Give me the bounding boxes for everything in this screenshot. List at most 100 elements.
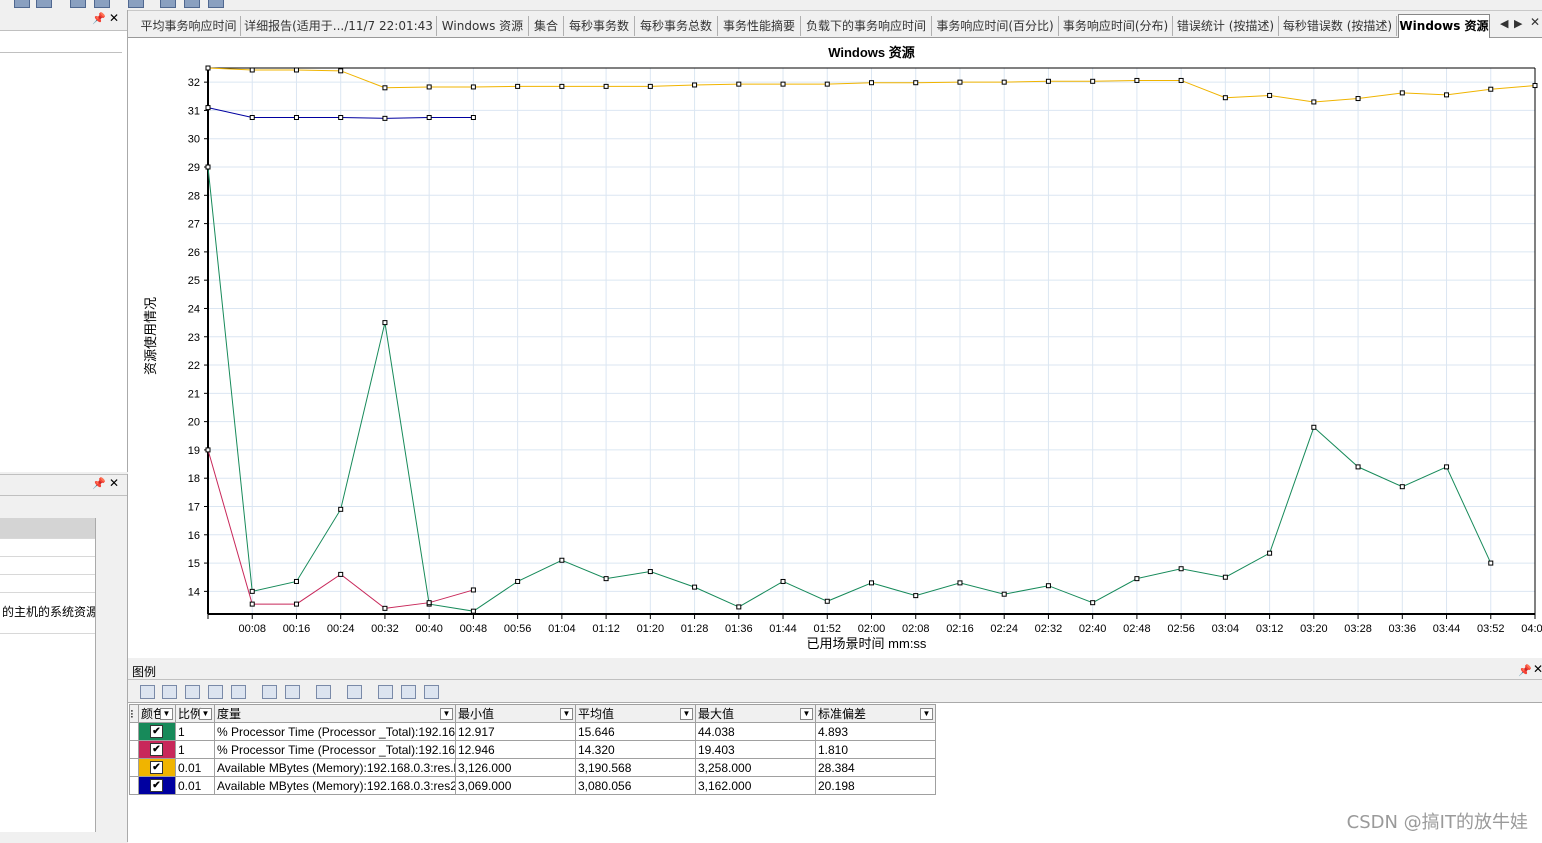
data-point[interactable]	[1222, 95, 1228, 101]
row-selector[interactable]	[129, 776, 139, 795]
column-header-avg[interactable]: 平均值 ▼	[575, 704, 696, 723]
data-point[interactable]	[1399, 90, 1405, 96]
details-icon[interactable]	[424, 685, 439, 699]
color-swatch[interactable]: ✔	[139, 777, 175, 794]
row-selector[interactable]	[129, 722, 139, 741]
tab-7[interactable]: 负载下的事务响应时间	[801, 16, 932, 36]
data-point[interactable]	[1311, 99, 1317, 105]
highlight-icon[interactable]	[401, 685, 416, 699]
toolbar-icon[interactable]	[160, 0, 176, 8]
close-icon[interactable]: ✕	[1533, 662, 1542, 676]
pin-icon[interactable]: 📌	[92, 12, 106, 25]
data-point[interactable]	[249, 115, 255, 121]
data-point[interactable]	[470, 115, 476, 121]
data-point[interactable]	[780, 81, 786, 87]
data-point[interactable]	[1134, 576, 1140, 582]
column-header-min[interactable]: 最小值 ▼	[455, 704, 576, 723]
data-point[interactable]	[1178, 77, 1184, 83]
row-selector[interactable]	[129, 740, 139, 759]
color-swatch[interactable]: ✔	[139, 759, 175, 776]
toolbar-icon[interactable]	[14, 0, 30, 8]
tab-8[interactable]: 事务响应时间(百分比)	[932, 16, 1059, 36]
data-point[interactable]	[1444, 464, 1450, 470]
close-icon[interactable]: ✕	[109, 11, 119, 25]
data-point[interactable]	[692, 584, 698, 590]
toolbar-icon[interactable]	[184, 0, 200, 8]
data-point[interactable]	[249, 588, 255, 594]
chevron-down-icon[interactable]: ▼	[560, 708, 573, 720]
data-point[interactable]	[647, 569, 653, 575]
data-point[interactable]	[603, 83, 609, 89]
data-point[interactable]	[338, 115, 344, 121]
scale-icon[interactable]	[162, 685, 177, 699]
data-point[interactable]	[293, 601, 299, 607]
list-item[interactable]	[0, 539, 95, 557]
chevron-down-icon[interactable]: ▼	[800, 708, 813, 720]
properties-icon[interactable]	[316, 685, 331, 699]
list-item[interactable]	[0, 557, 95, 575]
data-point[interactable]	[559, 557, 565, 563]
data-point[interactable]	[293, 67, 299, 73]
data-point[interactable]	[1045, 583, 1051, 589]
column-header-scale[interactable]: 比例 ▼	[175, 704, 215, 723]
data-point[interactable]	[470, 587, 476, 593]
columns-icon[interactable]	[347, 685, 362, 699]
color-swatch[interactable]: ✔	[139, 741, 175, 758]
data-point[interactable]	[1267, 92, 1273, 98]
data-point[interactable]	[249, 67, 255, 73]
series-color-cell[interactable]: ✔	[138, 722, 176, 741]
data-point[interactable]	[205, 105, 211, 111]
data-point[interactable]	[1222, 574, 1228, 580]
tab-scroll-right-icon[interactable]: ▶	[1514, 17, 1522, 30]
tab-2[interactable]: Windows 资源	[437, 16, 529, 36]
data-point[interactable]	[205, 65, 211, 71]
color-swatch[interactable]: ✔	[139, 723, 175, 740]
data-point[interactable]	[869, 80, 874, 86]
data-point[interactable]	[957, 580, 963, 586]
visibility-checkbox[interactable]: ✔	[150, 779, 163, 792]
toolbar-icon[interactable]	[208, 0, 224, 8]
data-point[interactable]	[1001, 79, 1007, 85]
data-point[interactable]	[293, 115, 299, 121]
visibility-checkbox[interactable]: ✔	[150, 725, 163, 738]
data-point[interactable]	[957, 79, 963, 85]
filter-icon[interactable]	[140, 685, 155, 699]
tab-scroll-left-icon[interactable]: ◀	[1500, 17, 1508, 30]
chevron-down-icon[interactable]: ▼	[440, 708, 453, 720]
column-header-measure[interactable]: 度量 ▼	[214, 704, 456, 723]
data-point[interactable]	[249, 601, 255, 607]
chevron-down-icon[interactable]: ▼	[160, 708, 173, 720]
chevron-down-icon[interactable]: ▼	[199, 708, 212, 720]
group-icon[interactable]	[185, 685, 200, 699]
series-color-cell[interactable]: ✔	[138, 758, 176, 777]
column-header-max[interactable]: 最大值 ▼	[695, 704, 816, 723]
data-point[interactable]	[426, 115, 432, 121]
select-all-icon[interactable]	[378, 685, 393, 699]
tab-10[interactable]: 错误统计 (按描述)	[1173, 16, 1279, 36]
chevron-down-icon[interactable]: ▼	[920, 708, 933, 720]
data-point[interactable]	[1532, 83, 1538, 89]
tab-11[interactable]: 每秒错误数 (按描述)	[1279, 16, 1397, 36]
data-point[interactable]	[1045, 78, 1051, 84]
data-point[interactable]	[1488, 560, 1494, 566]
data-point[interactable]	[515, 83, 521, 89]
table-row[interactable]: ✔ 1% Processor Time (Processor _Total):19…	[129, 740, 936, 759]
data-point[interactable]	[338, 571, 344, 577]
data-point[interactable]	[647, 83, 653, 89]
data-point[interactable]	[205, 164, 211, 170]
data-point[interactable]	[603, 576, 609, 582]
row-selector-header[interactable]: ⁝	[129, 704, 139, 723]
toolbar-icon[interactable]	[36, 0, 52, 8]
table-row[interactable]: ✔ 1% Processor Time (Processor _Total):19…	[129, 722, 936, 741]
data-point[interactable]	[382, 115, 388, 121]
toolbar-icon[interactable]	[128, 0, 144, 8]
tab-0[interactable]: 平均事务响应时间	[137, 16, 241, 36]
tab-5[interactable]: 每秒事务总数	[635, 16, 718, 36]
data-point[interactable]	[426, 600, 432, 606]
tab-4[interactable]: 每秒事务数	[564, 16, 635, 36]
data-point[interactable]	[1355, 464, 1361, 470]
series-color-cell[interactable]: ✔	[138, 776, 176, 795]
data-point[interactable]	[692, 82, 698, 88]
data-point[interactable]	[338, 68, 344, 74]
list-item[interactable]	[0, 518, 95, 539]
